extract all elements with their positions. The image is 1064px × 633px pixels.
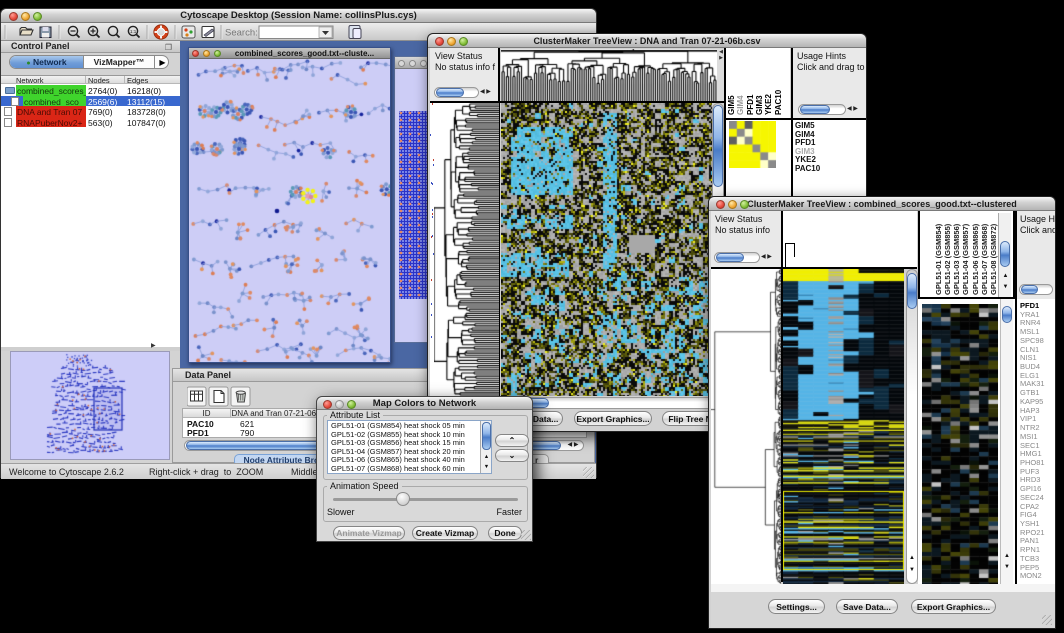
svg-text:1:1: 1:1	[130, 29, 137, 34]
svg-text:Search:: Search:	[225, 28, 258, 39]
